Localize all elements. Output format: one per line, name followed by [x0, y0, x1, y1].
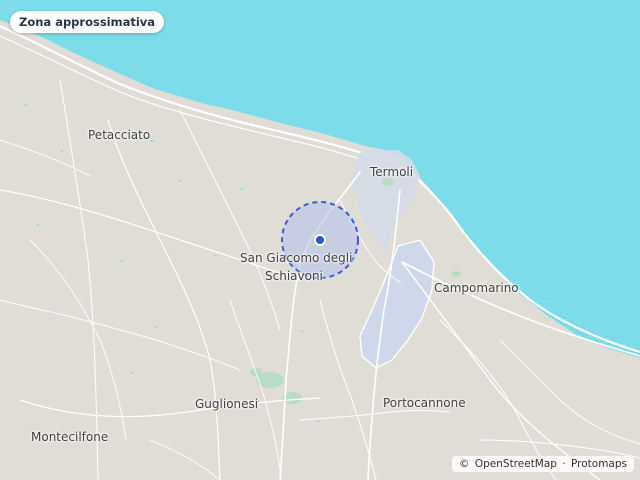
place-label-guglionesi: Guglionesi [195, 397, 259, 411]
approximate-zone-badge: Zona approssimativa [10, 11, 165, 33]
sea-area [0, 0, 640, 358]
park-area [382, 178, 394, 186]
place-label-campomarino: Campomarino [434, 281, 519, 295]
map-canvas[interactable] [0, 0, 640, 480]
place-label-termoli: Termoli [370, 165, 414, 179]
place-label-montecilfone: Montecilfone [31, 430, 109, 444]
industrial-area [359, 239, 435, 369]
protomaps-link[interactable]: Protomaps [571, 458, 627, 470]
openstreetmap-link[interactable]: OpenStreetMap [475, 458, 557, 470]
park-area [451, 271, 461, 277]
attribution-separator: · [562, 458, 566, 470]
place-label-san-giacomo-line2: Schiavoni [265, 269, 323, 283]
location-marker[interactable] [314, 234, 326, 246]
place-label-petacciato: Petacciato [88, 128, 151, 142]
copyright-symbol: © [459, 458, 470, 470]
place-label-portocannone: Portocannone [383, 396, 466, 410]
map-attribution: © OpenStreetMap · Protomaps [452, 456, 634, 472]
place-label-san-giacomo-line1: San Giacomo degli [240, 251, 353, 265]
map-view[interactable]: Zona approssimativa Petacciato Termoli S… [0, 0, 640, 480]
